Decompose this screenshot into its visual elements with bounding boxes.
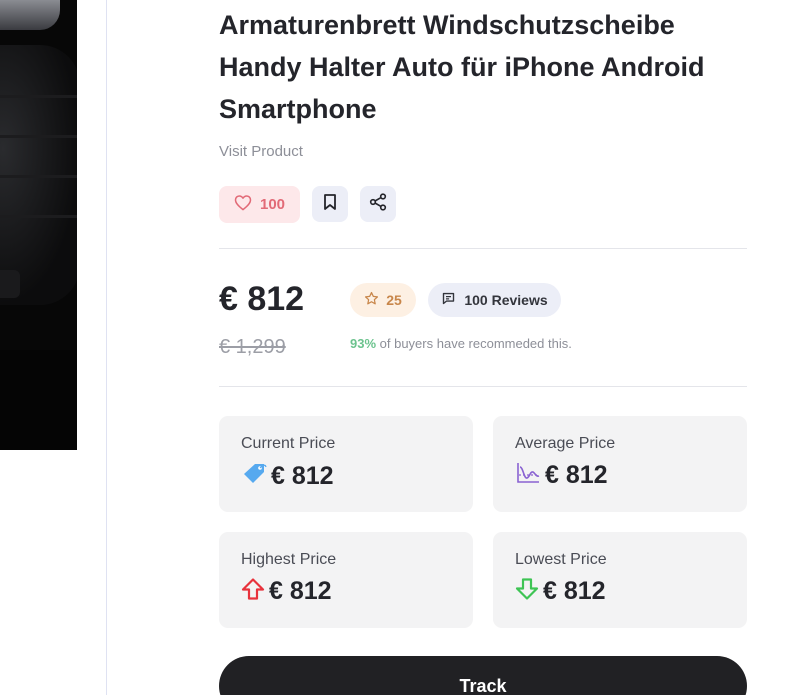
average-chart-icon bbox=[515, 461, 541, 490]
current-price: € 812 bbox=[219, 280, 305, 318]
track-button[interactable]: Track bbox=[219, 656, 747, 695]
bookmark-icon bbox=[322, 193, 338, 216]
stat-value: € 812 bbox=[269, 577, 332, 605]
share-icon bbox=[369, 192, 387, 216]
recommend-label: of buyers have recommeded this. bbox=[376, 336, 572, 351]
rating-badge[interactable]: 25 bbox=[350, 283, 416, 317]
product-title: Armaturenbrett Windschutzscheibe Handy H… bbox=[219, 10, 705, 124]
like-count: 100 bbox=[259, 196, 286, 213]
stat-label: Current Price bbox=[241, 435, 336, 452]
visit-product-link[interactable]: Visit Product bbox=[219, 143, 303, 160]
divider bbox=[219, 248, 747, 249]
reviews-count: 100 Reviews bbox=[464, 292, 548, 308]
comment-icon bbox=[441, 291, 456, 309]
highest-price-card: Highest Price € 812 bbox=[219, 532, 473, 628]
stat-value: € 812 bbox=[543, 577, 606, 605]
current-price-card: Current Price € 812 bbox=[219, 416, 473, 512]
average-price-card: Average Price € 812 bbox=[493, 416, 747, 512]
rating-value: 25 bbox=[386, 292, 402, 308]
arrow-down-icon bbox=[515, 577, 539, 606]
stat-label: Highest Price bbox=[241, 551, 337, 568]
stat-label: Lowest Price bbox=[515, 551, 607, 568]
recommend-text: 93% of buyers have recommeded this. bbox=[350, 336, 572, 351]
arrow-up-icon bbox=[241, 577, 265, 606]
bookmark-button[interactable] bbox=[312, 186, 348, 222]
price-tag-icon bbox=[241, 461, 267, 492]
lowest-price-card: Lowest Price € 812 bbox=[493, 532, 747, 628]
column-divider bbox=[106, 0, 107, 695]
star-icon bbox=[364, 291, 379, 309]
action-row: 100 bbox=[219, 186, 396, 223]
product-image bbox=[0, 0, 77, 450]
stat-label: Average Price bbox=[515, 435, 616, 452]
stat-value: € 812 bbox=[545, 461, 608, 489]
reviews-badge[interactable]: 100 Reviews bbox=[428, 283, 561, 317]
like-button[interactable]: 100 bbox=[219, 186, 300, 223]
divider bbox=[219, 386, 747, 387]
heart-icon bbox=[234, 194, 252, 215]
share-button[interactable] bbox=[360, 186, 396, 222]
stat-value: € 812 bbox=[271, 462, 334, 490]
recommend-percent: 93% bbox=[350, 336, 377, 351]
original-price: € 1,299 bbox=[219, 336, 286, 358]
